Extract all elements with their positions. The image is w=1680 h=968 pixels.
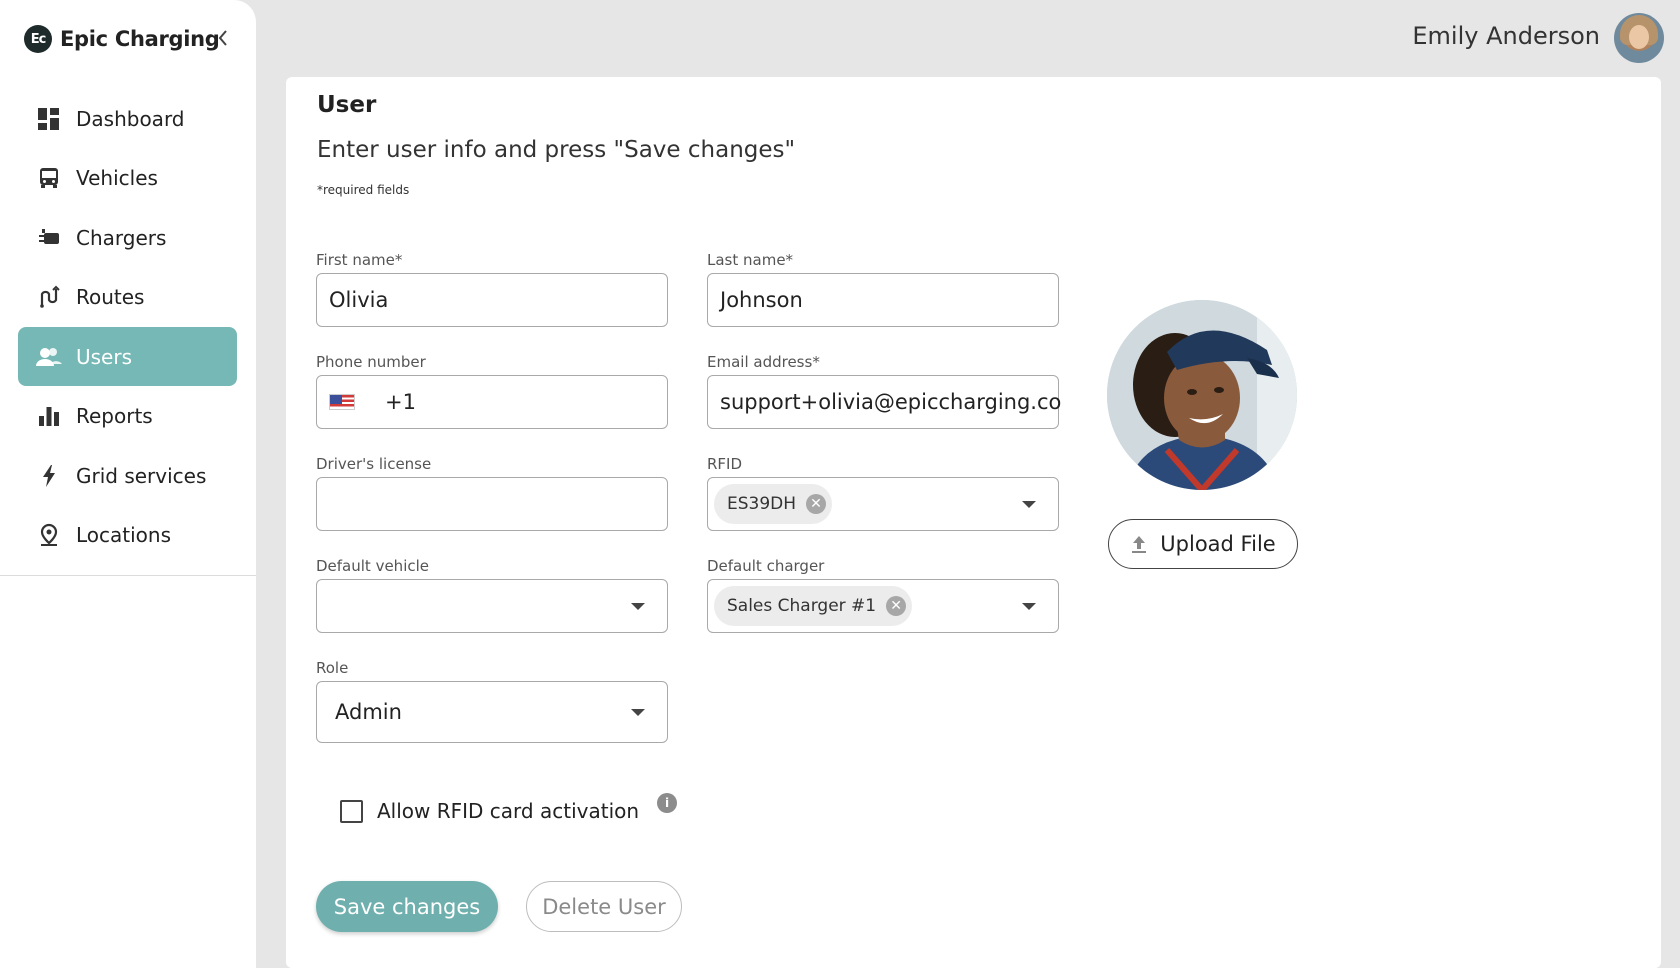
last-name-label: Last name* xyxy=(707,251,794,269)
avatar-face xyxy=(1629,25,1649,49)
first-name-label: First name* xyxy=(316,251,403,269)
us-flag-icon[interactable] xyxy=(329,394,355,410)
remove-chip-icon[interactable]: ✕ xyxy=(806,494,827,514)
role-value: Admin xyxy=(335,700,402,724)
form-instructions: Enter user info and press "Save changes" xyxy=(317,137,796,163)
sidebar-item-reports[interactable]: Reports xyxy=(18,387,237,446)
upload-file-button[interactable]: Upload File xyxy=(1108,519,1298,569)
chevron-left-icon xyxy=(218,30,227,46)
rfid-label: RFID xyxy=(707,455,743,473)
save-changes-button[interactable]: Save changes xyxy=(316,881,498,932)
role-select[interactable]: Admin xyxy=(316,681,668,743)
charger-icon xyxy=(36,225,62,251)
email-value: support+olivia@epiccharging.co xyxy=(720,390,1062,414)
rfid-chip-label: ES39DH xyxy=(727,494,797,514)
sidebar-nav: Dashboard Vehicles Chargers Routes Users xyxy=(18,89,237,565)
email-field: Email address* support+olivia@epicchargi… xyxy=(707,353,1062,429)
info-icon[interactable]: i xyxy=(657,793,677,813)
role-field: Role Admin xyxy=(316,660,668,743)
dashboard-icon xyxy=(36,106,62,132)
phone-number-input[interactable]: +1 xyxy=(316,375,668,429)
sidebar-item-label: Reports xyxy=(76,404,153,428)
last-name-input[interactable]: Johnson xyxy=(707,273,1059,327)
drivers-license-field: Driver's license xyxy=(316,456,668,531)
phone-number-label: Phone number xyxy=(316,353,426,371)
location-pin-icon xyxy=(36,522,62,548)
sidebar: Ec Epic Charging Dashboard Vehicles Char… xyxy=(0,0,256,968)
last-name-field: Last name* Johnson xyxy=(707,252,1059,327)
role-label: Role xyxy=(316,659,349,677)
phone-country-code: +1 xyxy=(385,390,416,414)
rfid-field: RFID ES39DH ✕ xyxy=(707,456,1059,531)
brand-name: Epic Charging xyxy=(60,27,220,51)
remove-chip-icon[interactable]: ✕ xyxy=(886,596,907,616)
delete-user-button[interactable]: Delete User xyxy=(526,881,682,932)
sidebar-item-label: Vehicles xyxy=(76,166,158,190)
last-name-value: Johnson xyxy=(720,288,803,312)
page-title: User xyxy=(317,92,377,118)
rfid-chip: ES39DH ✕ xyxy=(714,484,833,524)
brand-logo: Ec xyxy=(24,25,52,53)
sidebar-item-dashboard[interactable]: Dashboard xyxy=(18,89,237,148)
default-vehicle-select[interactable] xyxy=(316,579,668,633)
email-label: Email address* xyxy=(707,353,820,371)
default-charger-label: Default charger xyxy=(707,557,825,575)
chevron-down-icon[interactable] xyxy=(631,709,645,716)
upload-file-label: Upload File xyxy=(1160,532,1276,556)
users-icon xyxy=(36,344,62,370)
default-charger-field: Default charger Sales Charger #1 ✕ xyxy=(707,558,1059,633)
sidebar-item-routes[interactable]: Routes xyxy=(18,268,237,327)
sidebar-item-label: Locations xyxy=(76,523,172,547)
avatar[interactable] xyxy=(1614,13,1664,63)
bar-chart-icon xyxy=(36,403,62,429)
upload-icon xyxy=(1132,536,1147,553)
required-fields-note: *required fields xyxy=(317,183,410,197)
chevron-down-icon[interactable] xyxy=(1022,501,1036,508)
sidebar-item-label: Dashboard xyxy=(76,106,185,131)
first-name-input[interactable]: Olivia xyxy=(316,273,668,327)
sidebar-item-grid-services[interactable]: Grid services xyxy=(18,446,237,505)
rfid-activation-label[interactable]: Allow RFID card activation xyxy=(377,799,639,823)
drivers-license-label: Driver's license xyxy=(316,455,432,473)
profile-photo xyxy=(1107,300,1297,490)
rfid-activation-checkbox[interactable] xyxy=(340,799,363,823)
phone-number-field: Phone number +1 xyxy=(316,354,668,429)
route-icon xyxy=(36,284,62,310)
default-charger-select[interactable]: Sales Charger #1 ✕ xyxy=(707,579,1059,633)
sidebar-item-label: Chargers xyxy=(76,225,167,250)
sidebar-item-label: Routes xyxy=(76,285,145,309)
brand[interactable]: Ec Epic Charging xyxy=(24,24,220,54)
default-charger-chip: Sales Charger #1 ✕ xyxy=(714,586,913,626)
sidebar-item-users[interactable]: Users xyxy=(18,327,237,386)
email-input[interactable]: support+olivia@epiccharging.co xyxy=(707,375,1062,429)
sidebar-divider xyxy=(0,575,256,576)
sidebar-item-vehicles[interactable]: Vehicles xyxy=(18,149,237,208)
collapse-sidebar-button[interactable] xyxy=(212,26,234,50)
chevron-down-icon[interactable] xyxy=(631,603,645,610)
bolt-icon xyxy=(36,463,62,489)
first-name-value: Olivia xyxy=(329,288,389,312)
sidebar-item-locations[interactable]: Locations xyxy=(18,506,237,565)
default-vehicle-label: Default vehicle xyxy=(316,557,429,575)
first-name-field: First name* Olivia xyxy=(316,252,668,327)
bus-icon xyxy=(36,165,62,191)
chevron-down-icon[interactable] xyxy=(1022,603,1036,610)
sidebar-item-chargers[interactable]: Chargers xyxy=(18,208,237,267)
sidebar-item-label: Grid services xyxy=(76,463,207,488)
default-vehicle-field: Default vehicle xyxy=(316,558,668,633)
rfid-select[interactable]: ES39DH ✕ xyxy=(707,477,1059,531)
sidebar-item-label: Users xyxy=(76,344,133,369)
drivers-license-input[interactable] xyxy=(316,477,668,531)
rfid-activation-row: Allow RFID card activation xyxy=(340,799,639,823)
current-user-name[interactable]: Emily Anderson xyxy=(1412,22,1600,50)
default-charger-chip-label: Sales Charger #1 xyxy=(727,596,877,616)
